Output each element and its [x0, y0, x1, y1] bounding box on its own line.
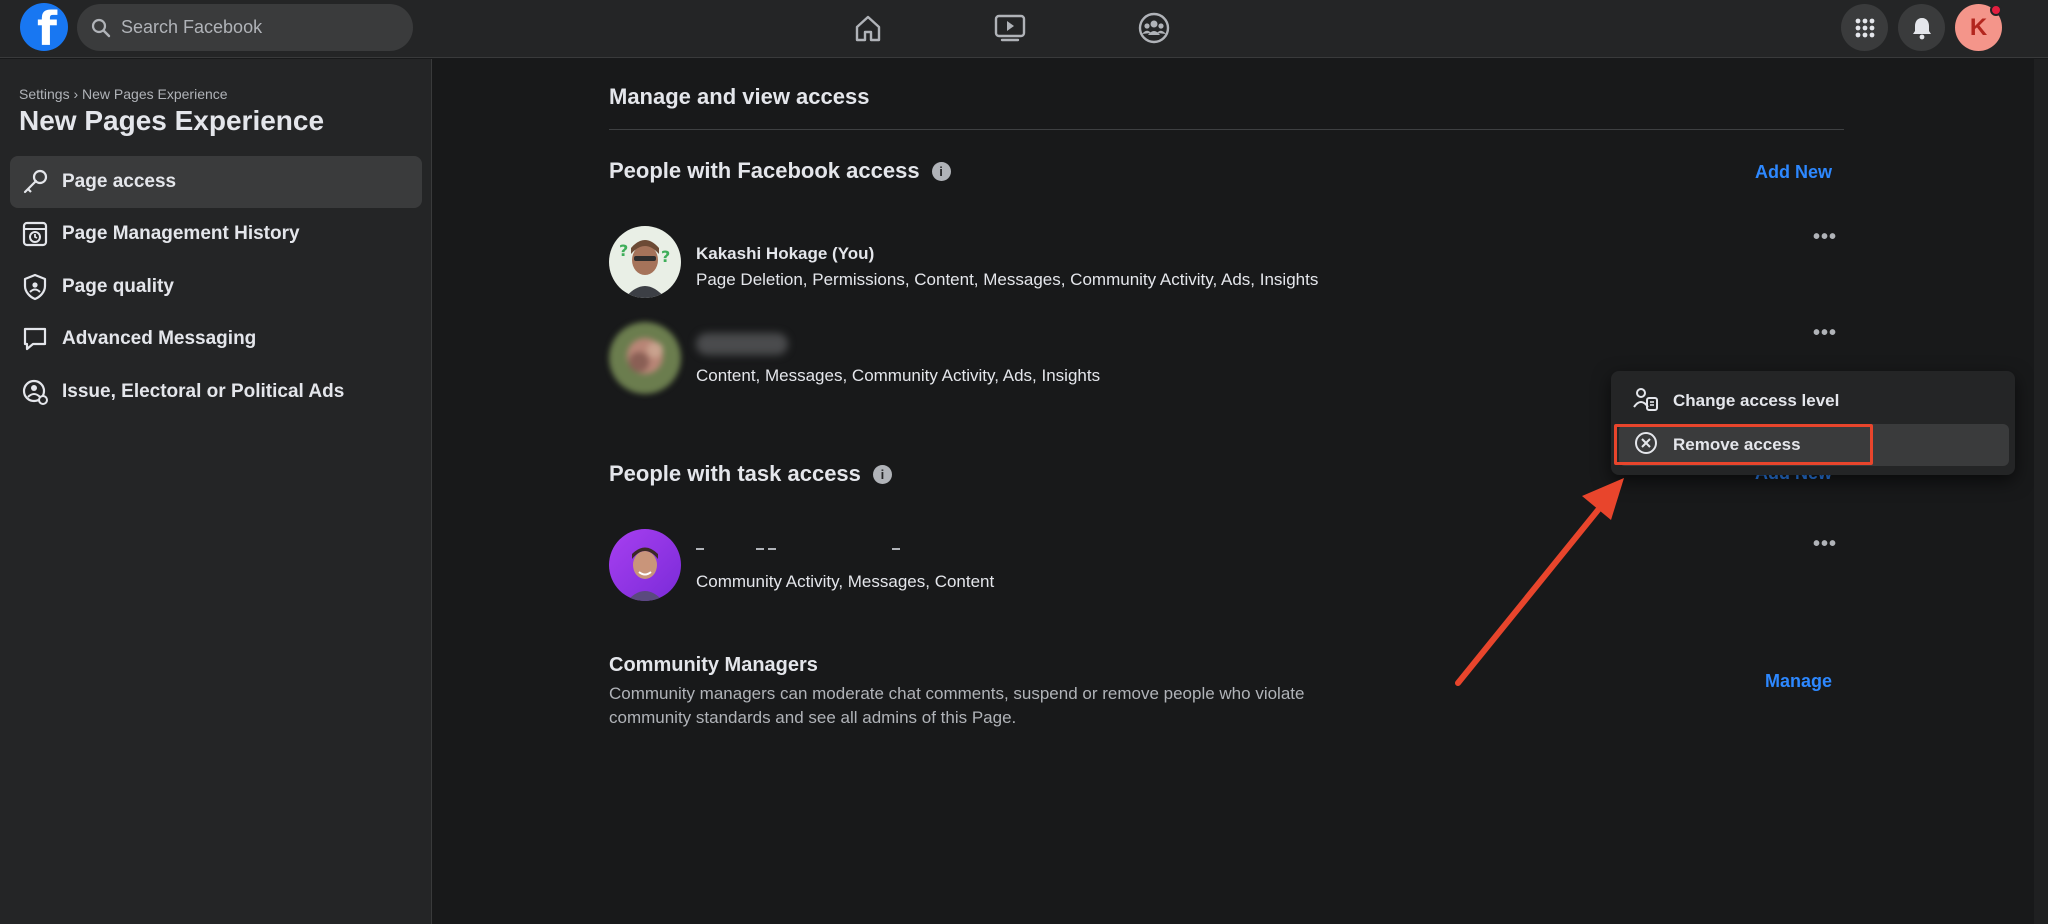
scrollbar[interactable]: [2034, 59, 2048, 924]
annotation-arrow: [1455, 478, 1624, 686]
